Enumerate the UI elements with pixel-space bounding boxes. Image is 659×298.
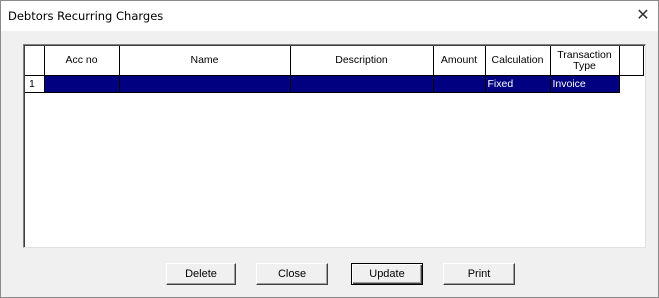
charges-grid[interactable]: Acc no Name Description Amount Calculati…: [23, 44, 646, 248]
column-header-name[interactable]: Name: [119, 46, 291, 76]
cell-name[interactable]: [119, 75, 291, 93]
cell-blank: [619, 76, 643, 93]
cell-acc-no[interactable]: [44, 75, 120, 93]
cell-amount[interactable]: [433, 75, 486, 93]
title-bar: Debtors Recurring Charges ✕: [1, 1, 658, 31]
grid-header-row: Acc no Name Description Amount Calculati…: [25, 46, 644, 76]
delete-button[interactable]: Delete: [166, 263, 236, 285]
column-header-blank: [619, 46, 644, 76]
column-header-acc-no[interactable]: Acc no: [44, 46, 120, 76]
update-button[interactable]: Update: [351, 263, 423, 285]
print-button[interactable]: Print: [443, 263, 515, 285]
column-header-calculation[interactable]: Calculation: [485, 46, 551, 76]
table-row[interactable]: 1 Fixed Invoice: [25, 75, 643, 93]
column-header-description[interactable]: Description: [290, 46, 434, 76]
column-header-amount[interactable]: Amount: [433, 46, 486, 76]
close-icon[interactable]: ✕: [634, 6, 652, 24]
cell-description[interactable]: [290, 75, 434, 93]
column-header-transaction-type[interactable]: Transaction Type: [550, 46, 620, 76]
cell-calculation[interactable]: Fixed: [485, 75, 551, 93]
cell-transaction-type[interactable]: Invoice: [550, 75, 620, 93]
row-number-header: [25, 46, 45, 76]
close-button[interactable]: Close: [256, 263, 328, 285]
row-number[interactable]: 1: [25, 75, 45, 93]
window-title: Debtors Recurring Charges: [8, 9, 164, 23]
recurring-charges-window: Debtors Recurring Charges ✕ Acc no Name …: [0, 0, 659, 298]
